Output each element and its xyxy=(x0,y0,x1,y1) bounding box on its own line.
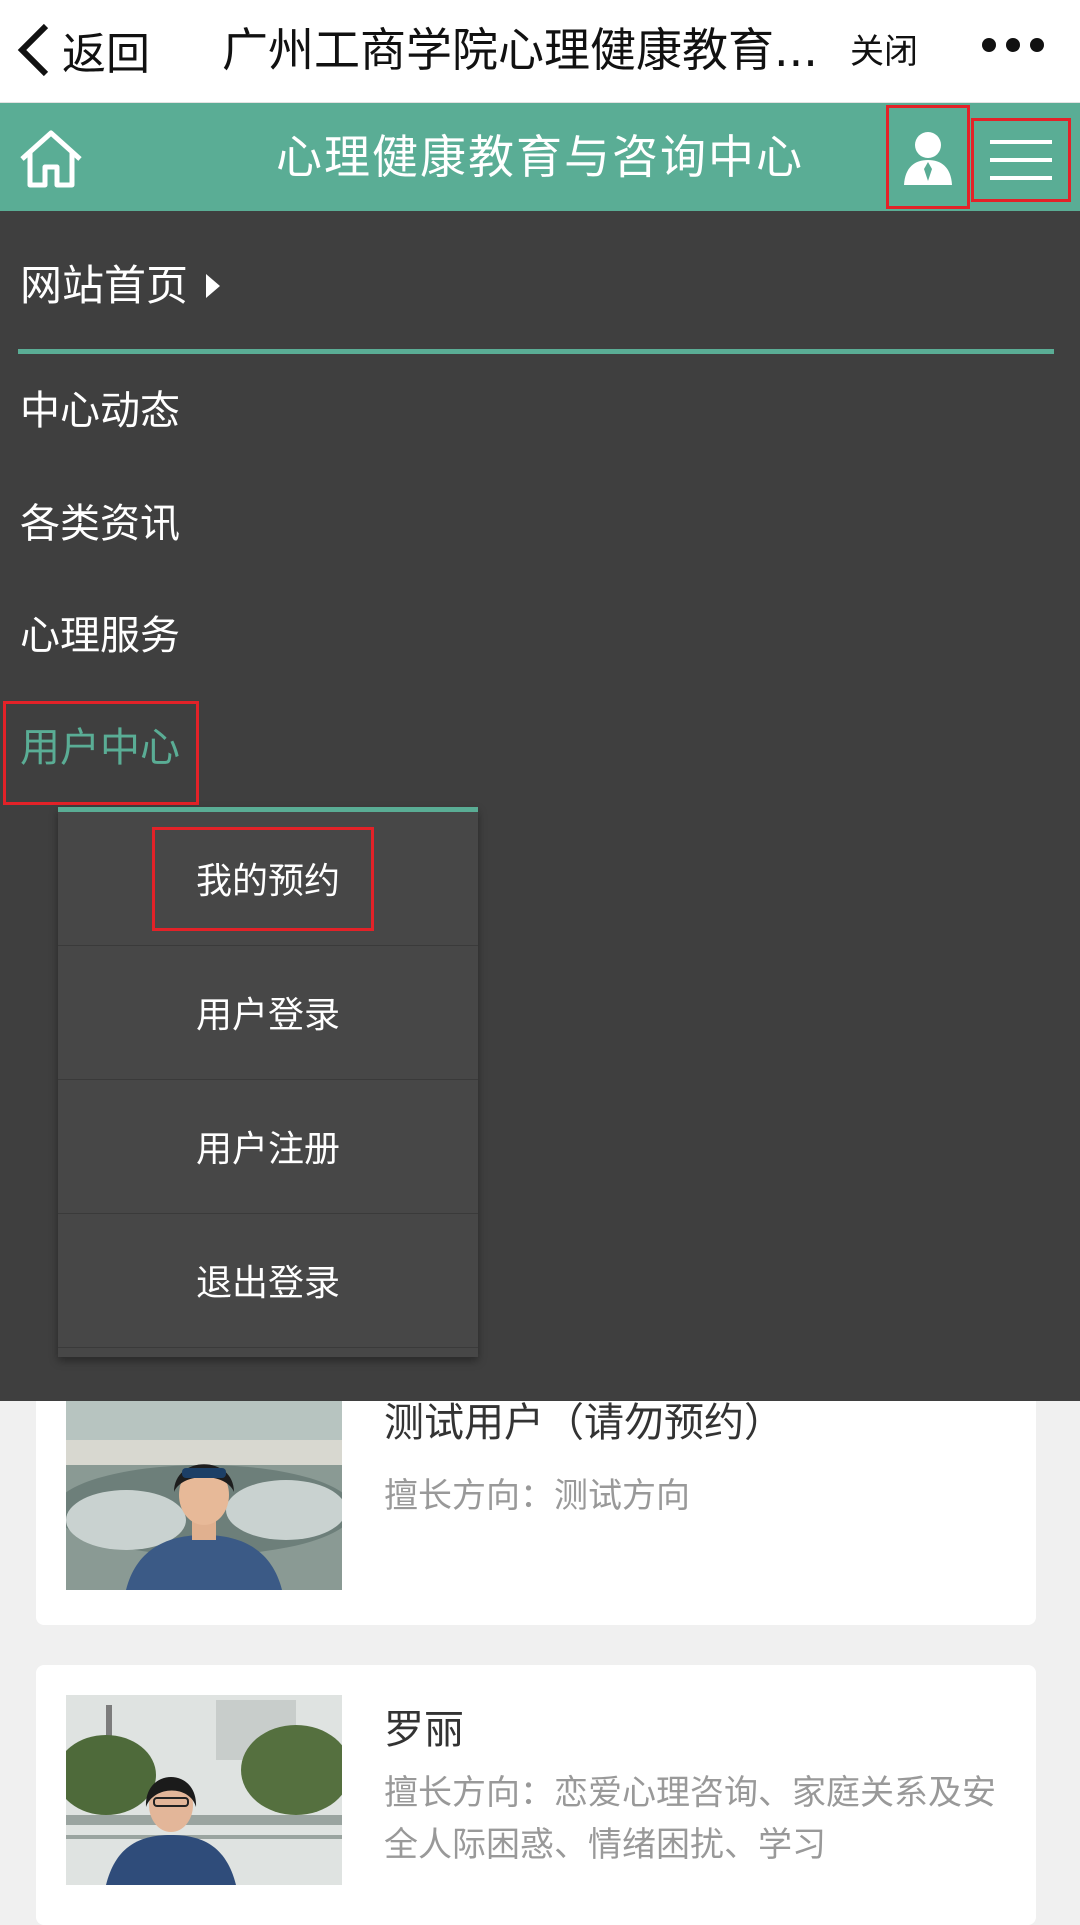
submenu-item-my-appointments[interactable]: 我的预约 xyxy=(58,812,478,946)
chevron-left-icon xyxy=(17,23,49,77)
site-title: 心理健康教育与咨询中心 xyxy=(276,130,804,184)
hamburger-menu-icon[interactable] xyxy=(971,118,1071,202)
highlight-box xyxy=(3,701,199,805)
close-button[interactable]: 关闭 xyxy=(850,24,918,73)
nav-menu-panel: 网站首页 中心动态 各类资讯 心理服务 用户中心 我的预约 用户登录 用户注册 … xyxy=(0,211,1080,1401)
counselor-photo[interactable] xyxy=(66,1695,342,1885)
more-icon[interactable] xyxy=(982,30,1062,60)
submenu-item-label: 用户注册 xyxy=(196,1129,341,1170)
site-header: 心理健康教育与咨询中心 xyxy=(0,103,1080,211)
counselor-photo[interactable] xyxy=(66,1400,342,1590)
counselor-specialty: 擅长方向：测试方向 xyxy=(384,1476,690,1516)
counselor-name[interactable]: 罗丽 xyxy=(384,1697,464,1755)
nav-item-psych-services[interactable]: 心理服务 xyxy=(20,601,180,671)
page-title: 广州工商学院心理健康教育... xyxy=(222,23,818,77)
submenu-item-login[interactable]: 用户登录 xyxy=(58,946,478,1080)
highlight-box xyxy=(152,827,374,931)
submenu-item-label: 用户登录 xyxy=(196,995,341,1036)
submenu-item-label: 退出登录 xyxy=(196,1263,341,1304)
submenu-item-register[interactable]: 用户注册 xyxy=(58,1080,478,1214)
user-button[interactable] xyxy=(886,105,970,209)
nav-item-home[interactable]: 网站首页 xyxy=(20,251,221,321)
top-bar: 返回 广州工商学院心理健康教育... 关闭 xyxy=(0,0,1080,103)
nav-item-label: 网站首页 xyxy=(20,261,189,310)
counselor-card[interactable]: 罗丽 擅长方向：恋爱心理咨询、家庭关系及安全人际困惑、情绪困扰、学习 xyxy=(36,1665,1036,1925)
nav-item-information[interactable]: 各类资讯 xyxy=(20,489,180,559)
submenu-item-logout[interactable]: 退出登录 xyxy=(58,1214,478,1348)
back-button[interactable]: 返回 xyxy=(14,14,150,86)
user-icon xyxy=(904,132,952,185)
counselor-specialty: 擅长方向：恋爱心理咨询、家庭关系及安全人际困惑、情绪困扰、学习 xyxy=(384,1773,996,1865)
nav-item-center-news[interactable]: 中心动态 xyxy=(20,376,180,446)
user-center-submenu: 我的预约 用户登录 用户注册 退出登录 xyxy=(58,807,478,1357)
nav-divider xyxy=(18,349,1054,354)
back-label: 返回 xyxy=(62,29,150,80)
home-icon[interactable] xyxy=(18,127,84,191)
caret-right-icon xyxy=(206,274,221,298)
